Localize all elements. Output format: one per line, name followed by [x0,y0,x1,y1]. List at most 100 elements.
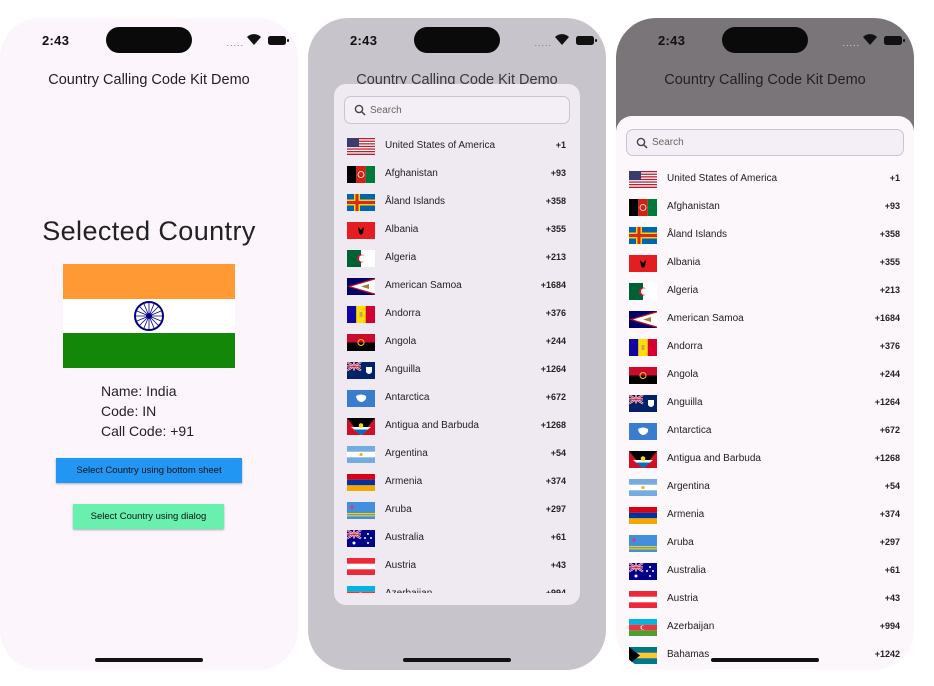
country-calling-code: +61 [884,565,900,575]
search-placeholder: Search [652,137,684,148]
country-name-label: Antarctica [667,425,712,436]
country-row[interactable]: Aruba +297 [616,528,914,556]
ao-flag-icon [347,334,375,351]
country-picker-dialog: Search United States of America +1 Afghani… [334,84,580,605]
country-row[interactable]: Algeria +213 [616,276,914,304]
status-time: 2:43 [42,33,70,48]
country-row[interactable]: Algeria +213 [334,243,580,271]
country-calling-code: +1 [889,173,900,183]
battery-icon [884,36,905,45]
wifi-icon [555,34,569,45]
country-row[interactable]: Argentina +54 [616,472,914,500]
country-list[interactable]: United States of America +1 Afghanistan +93… [334,131,580,593]
as-flag-icon [629,311,657,328]
country-row[interactable]: Antarctica +672 [616,416,914,444]
dynamic-island [106,27,192,53]
country-calling-code: +244 [545,336,566,346]
country-name-label: United States of America [385,140,496,151]
country-calling-code: +1268 [874,453,900,463]
country-row[interactable]: Angola +244 [616,360,914,388]
country-call-code: Call Code: +91 [101,423,195,439]
select-country-bottom-sheet-button[interactable]: Select Country using bottom sheet [56,458,242,483]
country-calling-code: +54 [884,481,900,491]
country-name-label: Angola [667,369,699,380]
ar-flag-icon [629,479,657,496]
country-row[interactable]: Aruba +297 [334,495,580,523]
country-row[interactable]: Australia +61 [334,523,580,551]
country-row[interactable]: Anguilla +1264 [616,388,914,416]
country-name-label: Angola [385,336,417,347]
country-row[interactable]: United States of America +1 [616,164,914,192]
country-row[interactable]: Andorra +376 [334,299,580,327]
country-name-label: United States of America [667,173,778,184]
country-row[interactable]: Azerbaijan +994 [616,612,914,640]
main-screen: 2:43 ..... Country Calling Code Kit Demo… [0,18,298,670]
search-input[interactable]: Search [626,129,904,156]
home-indicator[interactable] [95,658,203,662]
india-flag-icon [63,264,235,368]
country-row[interactable]: Andorra +376 [616,332,914,360]
country-row[interactable]: Angola +244 [334,327,580,355]
country-calling-code: +1684 [540,280,566,290]
country-row[interactable]: Armenia +374 [616,500,914,528]
country-calling-code: +213 [879,285,900,295]
country-code: Code: IN [101,403,157,419]
home-indicator[interactable] [403,658,511,662]
signal-icon: ..... [534,38,552,48]
au-flag-icon [347,530,375,547]
country-calling-code: +43 [884,593,900,603]
country-name-label: Anguilla [667,397,703,408]
country-calling-code: +297 [545,504,566,514]
country-name-label: Andorra [385,308,421,319]
us-flag-icon [347,138,375,155]
dialog-screen: 2:43 ..... Country Calling Code Kit Demo… [308,18,606,670]
status-bar: 2:43 ..... [616,18,914,62]
country-row[interactable]: Åland Islands +358 [334,187,580,215]
country-row[interactable]: Azerbaijan +994 [334,579,580,593]
country-row[interactable]: United States of America +1 [334,131,580,159]
country-row[interactable]: Argentina +54 [334,439,580,467]
country-calling-code: +1264 [540,364,566,374]
country-name-label: Austria [385,560,417,571]
ag-flag-icon [629,451,657,468]
country-row[interactable]: Antigua and Barbuda +1268 [616,444,914,472]
country-row[interactable]: Australia +61 [616,556,914,584]
search-input[interactable]: Search [344,96,570,124]
country-row[interactable]: Bahamas +1242 [616,640,914,668]
ad-flag-icon [629,339,657,356]
dz-flag-icon [347,250,375,267]
country-calling-code: +358 [545,196,566,206]
aq-flag-icon [347,390,375,407]
country-calling-code: +672 [545,392,566,402]
country-row[interactable]: Albania +355 [616,248,914,276]
country-row[interactable]: Afghanistan +93 [334,159,580,187]
country-name-label: Anguilla [385,364,421,375]
country-row[interactable]: Åland Islands +358 [616,220,914,248]
country-row[interactable]: American Samoa +1684 [616,304,914,332]
country-calling-code: +93 [884,201,900,211]
country-row[interactable]: Albania +355 [334,215,580,243]
country-row[interactable]: Armenia +374 [334,467,580,495]
country-name-label: Algeria [385,252,417,263]
country-name-label: American Samoa [385,280,462,291]
aw-flag-icon [347,502,375,519]
country-row[interactable]: Antarctica +672 [334,383,580,411]
home-indicator[interactable] [711,658,819,662]
dz-flag-icon [629,283,657,300]
country-row[interactable]: Afghanistan +93 [616,192,914,220]
af-flag-icon [347,166,375,183]
country-row[interactable]: Austria +43 [334,551,580,579]
country-row[interactable]: Anguilla +1264 [334,355,580,383]
country-row[interactable]: Antigua and Barbuda +1268 [334,411,580,439]
as-flag-icon [347,278,375,295]
country-name-label: Azerbaijan [385,588,432,593]
app-title: Country Calling Code Kit Demo [664,72,866,88]
country-calling-code: +994 [545,588,566,593]
country-row[interactable]: Austria +43 [616,584,914,612]
country-list[interactable]: United States of America +1 Afghanistan +93… [616,164,914,670]
dynamic-island [414,27,500,53]
al-flag-icon [347,222,375,239]
select-country-dialog-button[interactable]: Select Country using dialog [73,504,224,529]
country-row[interactable]: American Samoa +1684 [334,271,580,299]
country-calling-code: +54 [550,448,566,458]
